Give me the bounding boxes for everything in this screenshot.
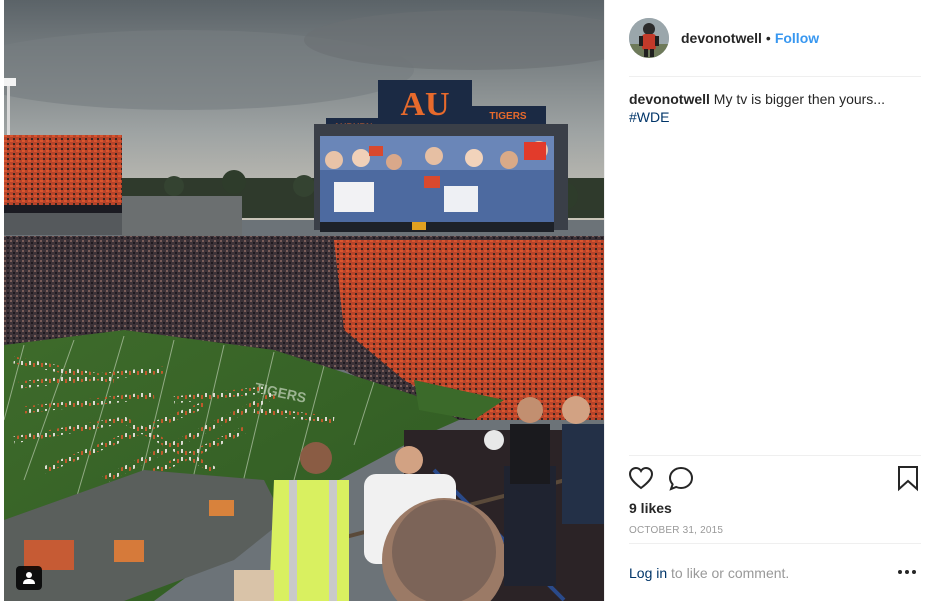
caption-text: My tv is bigger then yours... (713, 91, 885, 107)
post-sidebar: devonotwell • Follow devonotwell My tv i… (604, 0, 940, 601)
tag-user-icon (23, 572, 35, 584)
scoreboard-right-label: TIGERS (489, 111, 527, 122)
header-username[interactable]: devonotwell (681, 30, 762, 46)
post-caption: devonotwell My tv is bigger then yours..… (629, 90, 919, 126)
avatar[interactable] (629, 18, 669, 58)
more-icon (898, 570, 916, 574)
heart-icon (628, 466, 654, 490)
header-separator: • (765, 30, 771, 46)
post-actions (627, 464, 921, 494)
like-button[interactable] (627, 464, 655, 497)
caption-username[interactable]: devonotwell (629, 91, 710, 107)
more-options-button[interactable] (895, 562, 919, 582)
bookmark-icon (898, 466, 918, 492)
post-header: devonotwell • Follow (629, 17, 917, 59)
comment-button[interactable] (667, 464, 695, 497)
follow-button[interactable]: Follow (775, 30, 819, 46)
footer-divider (629, 543, 921, 544)
post-date: OCTOBER 31, 2015 (629, 525, 724, 536)
login-prompt: Log in to like or comment. (629, 565, 789, 581)
actions-divider (629, 455, 921, 456)
post-photo[interactable]: AU AUBURN TIGERS (4, 0, 604, 601)
tag-user-button[interactable] (16, 566, 42, 590)
login-prompt-text: to like or comment. (671, 565, 790, 581)
caption-hashtag[interactable]: #WDE (629, 108, 669, 126)
header-divider (629, 76, 921, 77)
instagram-post: AU AUBURN TIGERS (0, 0, 940, 601)
scoreboard-logo: AU (400, 86, 449, 123)
comment-icon (668, 466, 694, 491)
bookmark-button[interactable] (895, 464, 921, 497)
likes-count[interactable]: 9 likes (629, 500, 672, 516)
stadium-photo: AU AUBURN TIGERS (4, 0, 604, 601)
avatar-image (629, 18, 669, 58)
login-link[interactable]: Log in (629, 565, 667, 581)
